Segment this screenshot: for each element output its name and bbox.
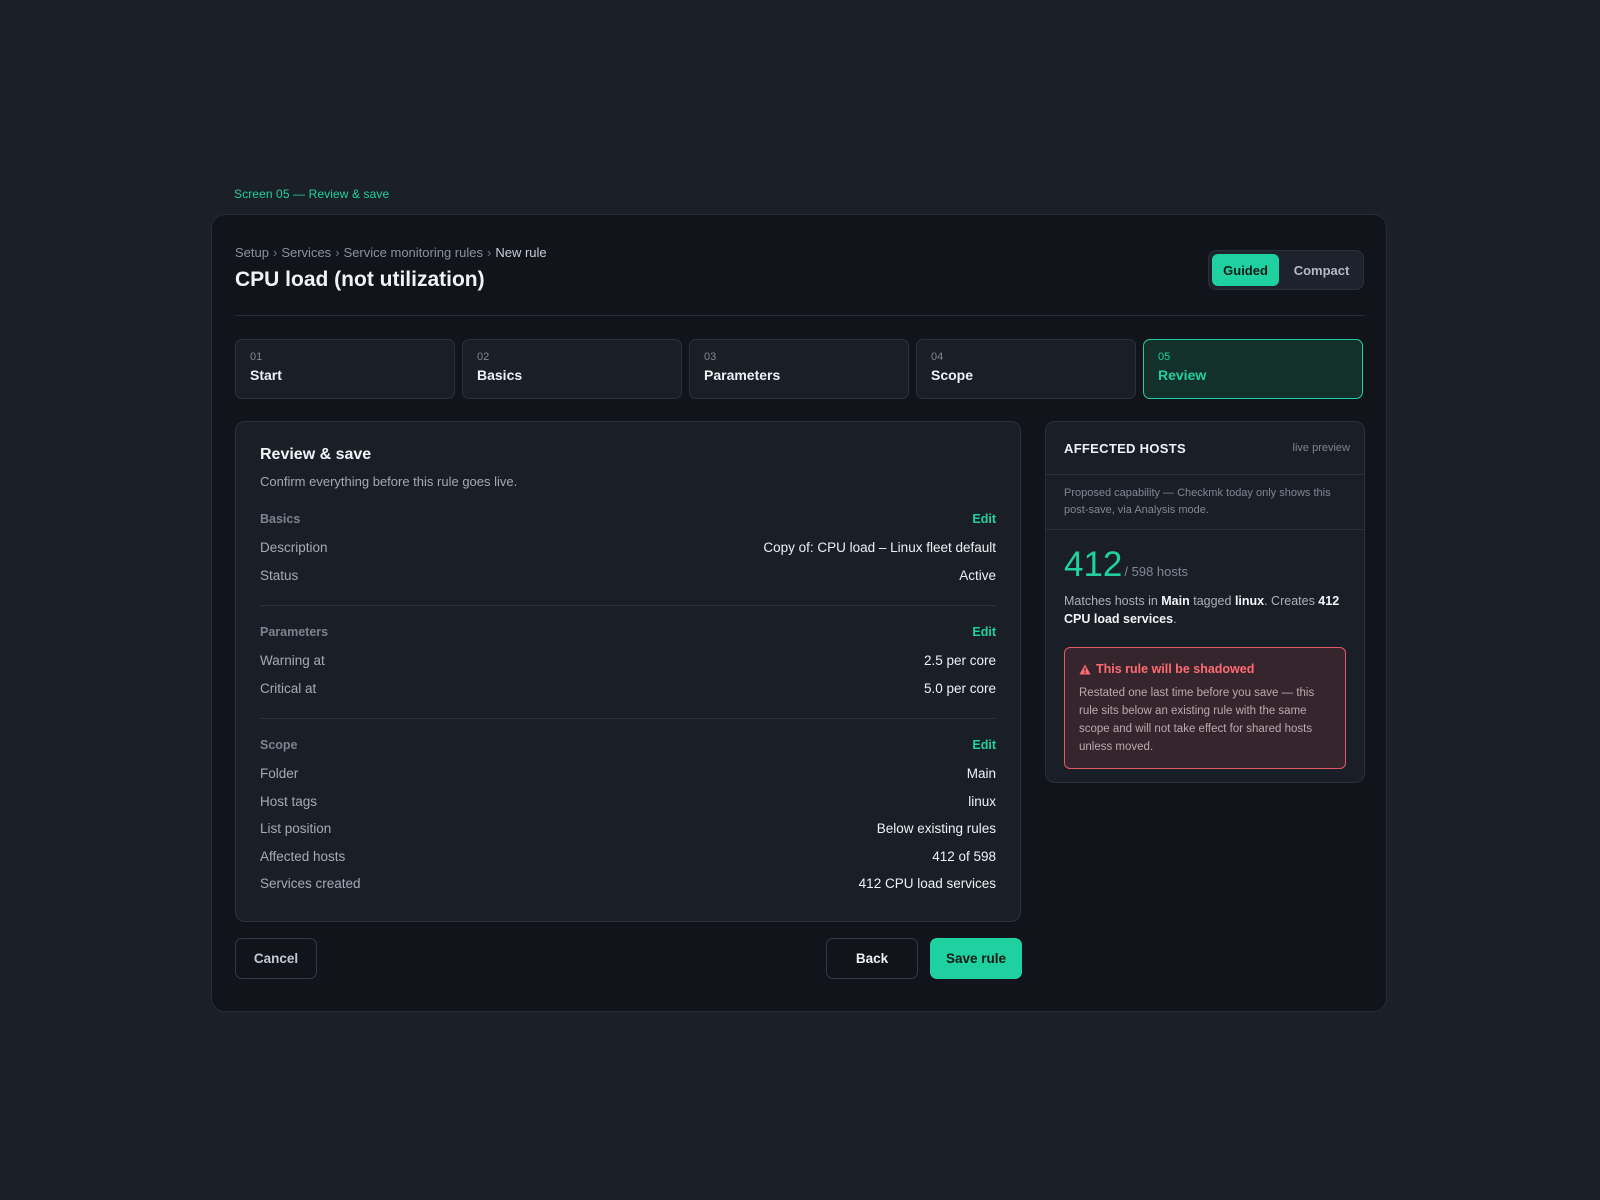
capability-note: Proposed capability — Checkmk today only… — [1046, 475, 1364, 530]
mode-toggle: Guided Compact — [1208, 250, 1364, 290]
cancel-button[interactable]: Cancel — [235, 938, 317, 979]
affected-hosts-header: AFFECTED HOSTS live preview — [1046, 422, 1364, 475]
shadow-warning-title: This rule will be shadowed — [1079, 662, 1331, 676]
row-key: Description — [260, 540, 328, 556]
step-scope[interactable]: 04 Scope — [916, 339, 1136, 399]
guided-mode-button[interactable]: Guided — [1212, 254, 1280, 286]
review-row: Warning at 2.5 per core — [260, 647, 996, 675]
review-row: Status Active — [260, 562, 996, 590]
step-label: Parameters — [704, 367, 781, 383]
step-label: Start — [250, 367, 282, 383]
breadcrumb: Setup › Services › Service monitoring rules ›… — [235, 245, 547, 260]
match-text-part: . Creates — [1264, 594, 1319, 608]
step-number: 04 — [931, 351, 944, 363]
edit-parameters-link[interactable]: Edit — [972, 625, 996, 639]
row-value: 5.0 per core — [923, 680, 996, 696]
match-tag: linux — [1234, 594, 1265, 608]
host-count: 412 / 598 hosts — [1064, 546, 1346, 584]
row-value: Active — [959, 567, 996, 583]
scope-section: Scope Edit Folder Main Host tags linux L… — [260, 735, 996, 898]
match-text-part: . — [1173, 612, 1177, 626]
edit-scope-link[interactable]: Edit — [972, 738, 996, 752]
save-rule-button[interactable]: Save rule — [930, 938, 1022, 979]
section-name: Basics — [260, 512, 301, 526]
section-name: Scope — [260, 738, 298, 752]
review-title: Review & save — [260, 446, 372, 463]
row-value: linux — [968, 793, 996, 809]
step-label: Basics — [477, 367, 523, 383]
live-preview-badge: live preview — [1292, 442, 1350, 454]
total-host-count: / 598 hosts — [1124, 564, 1189, 579]
row-key: Services created — [260, 876, 361, 892]
review-card: Review & save Confirm everything before … — [235, 421, 1021, 922]
step-number: 01 — [250, 351, 263, 363]
row-key: List position — [260, 821, 332, 837]
screen-label: Screen 05 — Review & save — [234, 187, 390, 201]
review-row: Description Copy of: CPU load – Linux fl… — [260, 534, 996, 562]
row-key: Folder — [260, 766, 299, 782]
breadcrumb-setup[interactable]: Setup — [235, 245, 269, 260]
affected-hosts-panel: AFFECTED HOSTS live preview Proposed cap… — [1045, 421, 1365, 783]
row-value: Below existing rules — [876, 821, 996, 837]
warning-title-text: This rule will be shadowed — [1096, 662, 1255, 676]
match-summary: Matches hosts in Main tagged linux. Crea… — [1064, 592, 1346, 628]
row-value: 412 of 598 — [932, 848, 996, 864]
step-number: 03 — [704, 351, 717, 363]
row-value: 412 CPU load services — [858, 876, 996, 892]
wizard-steps: 01 Start 02 Basics 03 Parameters 04 Scop… — [235, 339, 1363, 399]
match-text-part: Matches hosts in — [1064, 594, 1162, 608]
breadcrumb-separator: › — [486, 245, 492, 260]
affected-host-count: 412 — [1064, 545, 1123, 584]
row-key: Status — [260, 567, 299, 583]
review-row: Services created 412 CPU load services — [260, 870, 996, 898]
section-divider — [260, 605, 996, 606]
back-button[interactable]: Back — [826, 938, 918, 979]
review-row: Folder Main — [260, 760, 996, 788]
basics-section: Basics Edit Description Copy of: CPU loa… — [260, 509, 996, 589]
review-row: Critical at 5.0 per core — [260, 675, 996, 703]
row-value: 2.5 per core — [923, 653, 996, 669]
compact-mode-button[interactable]: Compact — [1283, 254, 1360, 286]
step-review[interactable]: 05 Review — [1143, 339, 1363, 399]
header-divider — [235, 315, 1365, 316]
row-value: Copy of: CPU load – Linux fleet default — [763, 540, 996, 556]
section-name: Parameters — [260, 625, 329, 639]
review-row: Host tags linux — [260, 788, 996, 816]
step-label: Review — [1158, 367, 1207, 383]
review-subtitle: Confirm everything before this rule goes… — [260, 474, 518, 489]
row-value: Main — [966, 766, 996, 782]
shadow-warning: This rule will be shadowed Restated one … — [1064, 647, 1346, 769]
step-label: Scope — [931, 367, 974, 383]
breadcrumb-separator: › — [335, 245, 340, 260]
breadcrumb-separator: › — [272, 245, 278, 260]
step-number: 05 — [1158, 351, 1171, 363]
shadow-warning-text: Restated one last time before you save —… — [1079, 687, 1315, 753]
parameters-section: Parameters Edit Warning at 2.5 per core … — [260, 622, 996, 702]
match-text-part: tagged — [1189, 594, 1235, 608]
edit-basics-link[interactable]: Edit — [972, 512, 996, 526]
warning-icon — [1079, 664, 1091, 674]
step-basics[interactable]: 02 Basics — [462, 339, 682, 399]
rule-editor-window: Setup › Services › Service monitoring rules ›… — [211, 214, 1387, 1012]
breadcrumb-current: New rule — [495, 245, 547, 260]
row-key: Critical at — [260, 680, 317, 696]
section-divider — [260, 718, 996, 719]
affected-hosts-title: AFFECTED HOSTS — [1064, 440, 1186, 456]
row-key: Host tags — [260, 793, 318, 809]
match-folder: Main — [1161, 594, 1190, 608]
step-start[interactable]: 01 Start — [235, 339, 455, 399]
breadcrumb-services[interactable]: Services — [281, 245, 331, 260]
affected-hosts-body: 412 / 598 hosts Matches hosts in Main ta… — [1046, 530, 1364, 769]
step-parameters[interactable]: 03 Parameters — [689, 339, 909, 399]
row-key: Affected hosts — [260, 848, 346, 864]
step-number: 02 — [477, 351, 490, 363]
review-row: Affected hosts 412 of 598 — [260, 843, 996, 871]
row-key: Warning at — [260, 653, 325, 669]
review-row: List position Below existing rules — [260, 815, 996, 843]
breadcrumb-service-monitoring-rules[interactable]: Service monitoring rules — [344, 245, 483, 260]
page-title: CPU load (not utilization) — [235, 268, 485, 291]
